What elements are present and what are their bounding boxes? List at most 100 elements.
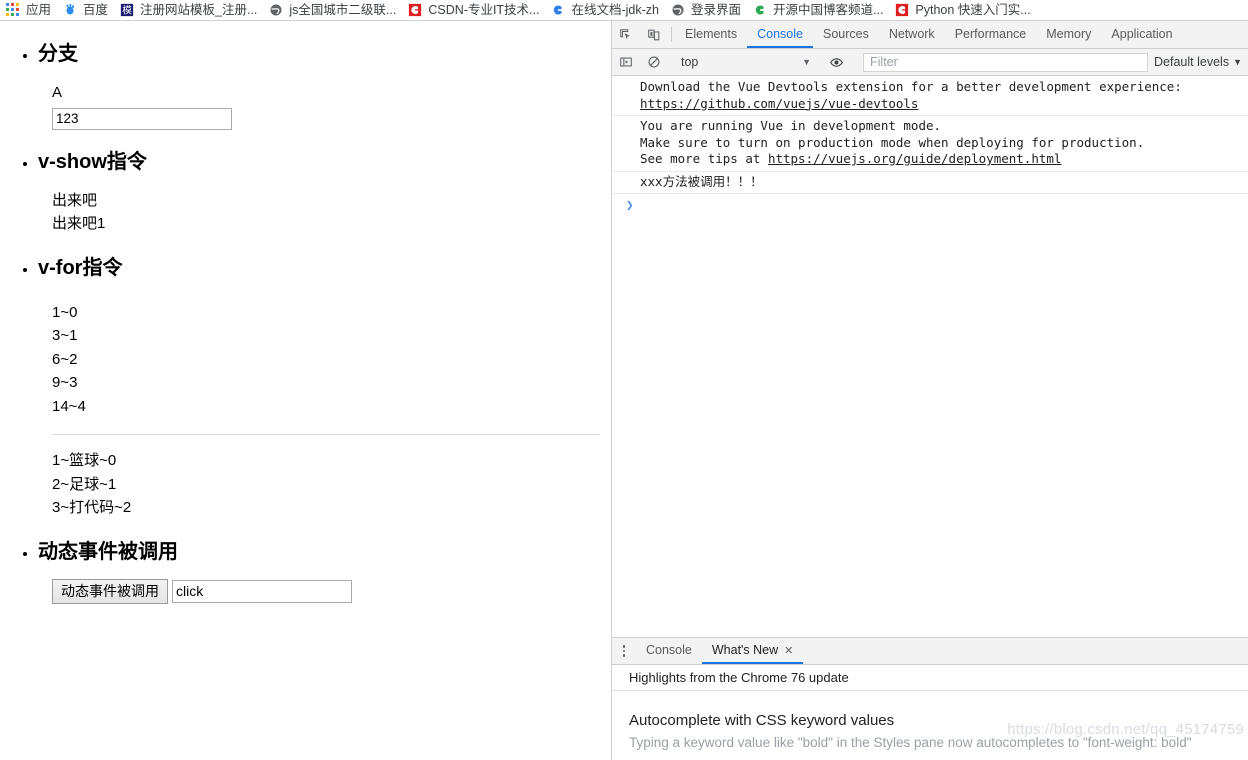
vfor-list-two: 1~篮球~0 2~足球~1 3~打代码~2 (52, 449, 611, 520)
baidu-icon (63, 3, 77, 17)
close-icon[interactable]: ✕ (784, 644, 793, 657)
bookmark-item-label: CSDN-专业IT技术... (428, 2, 540, 17)
vfor-item: 6~2 (52, 350, 78, 368)
drawer-tab-console[interactable]: Console (636, 638, 702, 664)
bookmark-item[interactable]: 在线文档-jdk-zh (545, 0, 665, 20)
console-message: Download the Vue Devtools extension for … (612, 77, 1248, 116)
chevron-down-icon: ▼ (802, 57, 811, 67)
dynamic-event-button[interactable]: 动态事件被调用 (52, 578, 168, 604)
vshow-body: 出来吧 出来吧1 (38, 189, 611, 236)
execution-context-select[interactable]: top ▼ (675, 53, 815, 72)
console-filter-input[interactable]: Filter (863, 52, 1149, 72)
section-title-dynamic-event: 动态事件被调用 (38, 540, 178, 563)
bookmark-item[interactable]: 百度 (57, 0, 114, 20)
drawer-tab-label: What's New (711, 643, 779, 657)
console-filter-placeholder: Filter (870, 55, 898, 69)
section-vshow: v-show指令 出来吧 出来吧1 (38, 151, 611, 236)
bookmarks-bar: 应用 百度模注册网站模板_注册... js全国城市二级联... CSDN-专业IT技… (0, 0, 1248, 21)
devtools-tab-memory[interactable]: Memory (1036, 21, 1101, 48)
bookmark-item-label: js全国城市二级联... (289, 2, 397, 17)
bookmark-item[interactable]: 开源中国博客频道... (747, 0, 889, 20)
bookmark-item-label: 注册网站模板_注册... (140, 2, 258, 17)
branch-input[interactable] (52, 107, 232, 130)
bookmark-item-label: 登录界面 (690, 2, 741, 17)
csdn-icon (895, 3, 909, 17)
devtools-tab-sources[interactable]: Sources (813, 21, 879, 48)
whats-new-entry-title: Autocomplete with CSS keyword values (629, 712, 895, 729)
demo-section-list: 分支 A v-show指令 出来吧 出来吧1 v-for指令 1~0 3~1 6~2… (0, 43, 611, 604)
vfor-item: 1~篮球~0 (52, 452, 117, 469)
devtools-tabs: Elements Console Sources Network Performance… (675, 21, 1183, 48)
bookmark-item[interactable]: js全国城市二级联... (263, 0, 402, 20)
vshow-line-2: 出来吧1 (52, 215, 106, 232)
bookmark-apps[interactable]: 应用 (0, 0, 57, 20)
dynamic-event-input[interactable] (172, 579, 352, 603)
template-icon: 模 (120, 3, 134, 17)
apps-grid-icon (6, 3, 20, 17)
bookmark-item[interactable]: Python 快速入门实... (889, 0, 1036, 20)
web-page-content: 分支 A v-show指令 出来吧 出来吧1 v-for指令 1~0 3~1 6~2… (0, 21, 611, 760)
execution-context-value: top (681, 55, 699, 69)
bookmark-item-label: 在线文档-jdk-zh (571, 2, 659, 17)
section-dynamic-event: 动态事件被调用 动态事件被调用 (38, 541, 611, 604)
chevron-down-icon: ▼ (1233, 57, 1242, 67)
devtools-panel: Elements Console Sources Network Performance… (612, 21, 1248, 760)
globe-dark-icon (671, 3, 685, 17)
devtools-tab-elements[interactable]: Elements (675, 21, 747, 48)
bookmark-item-label: Python 快速入门实... (915, 2, 1031, 17)
branch-body: A (38, 81, 611, 130)
log-levels-dropdown[interactable]: Default levels ▼ (1154, 55, 1248, 69)
devtools-tab-network[interactable]: Network (879, 21, 945, 48)
inspect-element-icon[interactable] (612, 21, 640, 48)
section-title-branch: 分支 (38, 43, 78, 65)
vfor-divider (52, 434, 600, 435)
devtools-drawer: Console What's New ✕ Highlights from the C… (612, 637, 1248, 760)
console-messages: Download the Vue Devtools extension for … (612, 77, 1248, 194)
bookmark-item-label: 百度 (83, 2, 109, 17)
chrome-icon (551, 3, 565, 17)
svg-text:模: 模 (122, 5, 132, 17)
section-branch: 分支 A (38, 43, 611, 130)
section-title-vfor: v-for指令 (38, 256, 123, 279)
toolbar-separator (671, 27, 672, 42)
section-title-vshow: v-show指令 (38, 150, 147, 173)
whats-new-subheading: Highlights from the Chrome 76 update (612, 665, 1248, 691)
globe-dark-icon (269, 3, 283, 17)
drawer-tabs: Console What's New ✕ (636, 638, 804, 664)
vfor-item: 1~0 (52, 303, 78, 321)
console-toolbar: top ▼ Filter Default levels ▼ (612, 49, 1248, 76)
vfor-list-one: 1~0 3~1 6~2 9~3 14~4 (52, 301, 611, 419)
section-vfor: v-for指令 1~0 3~1 6~2 9~3 14~4 1~篮球~0 2~足球~1 3~打… (38, 257, 611, 520)
more-options-icon[interactable] (612, 638, 636, 664)
console-prompt[interactable]: ❯ (612, 194, 1248, 215)
console-message: You are running Vue in development mode.… (612, 116, 1248, 172)
csdn-icon (408, 3, 422, 17)
vfor-item: 2~足球~1 (52, 475, 117, 493)
devtools-tab-performance[interactable]: Performance (945, 21, 1037, 48)
dynamic-event-controls: 动态事件被调用 (38, 578, 611, 604)
vfor-item: 9~3 (52, 374, 78, 391)
bookmark-item[interactable]: 登录界面 (665, 0, 747, 20)
vfor-body: 1~0 3~1 6~2 9~3 14~4 1~篮球~0 2~足球~1 3~打代码~2 (38, 301, 611, 520)
console-message-list: Download the Vue Devtools extension for … (612, 77, 1248, 637)
vfor-item: 3~打代码~2 (52, 499, 132, 516)
bookmark-item[interactable]: 模注册网站模板_注册... (114, 0, 263, 20)
whats-new-entries: Autocomplete with CSS keyword values Typi… (612, 691, 1248, 760)
device-toolbar-icon[interactable] (640, 21, 668, 48)
devtools-tabbar: Elements Console Sources Network Performance… (612, 21, 1248, 49)
console-message-link[interactable]: https://github.com/vuejs/vue-devtools (640, 96, 918, 111)
clear-console-icon[interactable] (640, 55, 668, 69)
console-sidebar-icon[interactable] (612, 55, 640, 69)
oschina-icon (753, 3, 767, 17)
console-message-link[interactable]: https://vuejs.org/guide/deployment.html (768, 151, 1062, 166)
live-expression-icon[interactable] (822, 55, 850, 70)
log-levels-label: Default levels (1154, 55, 1230, 69)
devtools-tab-application[interactable]: Application (1101, 21, 1182, 48)
drawer-tab-what-s-new[interactable]: What's New ✕ (701, 638, 804, 664)
bookmark-apps-label: 应用 (26, 2, 52, 17)
bookmark-item[interactable]: CSDN-专业IT技术... (402, 0, 545, 20)
branch-label-a: A (52, 84, 63, 101)
devtools-tab-console[interactable]: Console (747, 21, 813, 48)
vfor-item: 3~1 (52, 327, 78, 344)
vfor-item: 14~4 (52, 397, 86, 415)
